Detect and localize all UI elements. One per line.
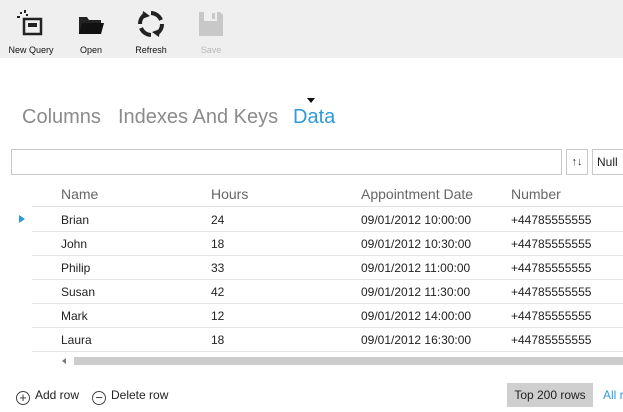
- table-row[interactable]: Susan 42 09/01/2012 11:30:00 +4478555555…: [32, 279, 623, 304]
- delete-row-button[interactable]: − Delete row: [92, 388, 168, 405]
- cell-name[interactable]: Laura: [61, 333, 92, 347]
- cell-appointment-date[interactable]: 09/01/2012 14:00:00: [361, 309, 471, 323]
- save-label: Save: [200, 45, 222, 55]
- cell-number[interactable]: +44785555555: [511, 309, 591, 323]
- cell-number[interactable]: +44785555555: [511, 333, 591, 347]
- table-row[interactable]: Philip 33 09/01/2012 11:00:00 +447855555…: [32, 255, 623, 280]
- filter-input[interactable]: [11, 149, 562, 175]
- plus-circle-icon: +: [16, 391, 30, 405]
- null-button[interactable]: Null: [592, 149, 623, 175]
- cell-appointment-date[interactable]: 09/01/2012 11:00:00: [361, 261, 470, 275]
- cell-appointment-date[interactable]: 09/01/2012 16:30:00: [361, 333, 471, 347]
- cell-number[interactable]: +44785555555: [511, 285, 591, 299]
- column-header-hours[interactable]: Hours: [211, 186, 248, 202]
- column-header-name[interactable]: Name: [61, 186, 98, 202]
- refresh-button[interactable]: Refresh: [121, 6, 181, 56]
- new-query-button[interactable]: New Query: [1, 6, 61, 56]
- delete-row-label: Delete row: [111, 388, 169, 402]
- refresh-label: Refresh: [135, 45, 167, 55]
- add-row-button[interactable]: + Add row: [16, 388, 79, 405]
- cell-hours[interactable]: 24: [211, 213, 224, 227]
- open-button[interactable]: Open: [61, 6, 121, 56]
- cell-number[interactable]: +44785555555: [511, 237, 591, 251]
- open-folder-icon: [79, 17, 104, 34]
- new-query-icon: [17, 10, 43, 36]
- tab-indexes-and-keys[interactable]: Indexes And Keys: [118, 106, 278, 129]
- cell-hours[interactable]: 42: [211, 285, 224, 299]
- save-icon: [199, 12, 223, 36]
- all-rows-link[interactable]: All r: [603, 388, 623, 402]
- toolbar: New Query Open Refresh Save: [0, 0, 623, 58]
- cell-hours[interactable]: 33: [211, 261, 224, 275]
- cell-name[interactable]: Philip: [61, 261, 90, 275]
- scrollbar-thumb[interactable]: [74, 357, 623, 365]
- tab-columns[interactable]: Columns: [22, 106, 101, 129]
- table-row[interactable]: Brian 24 09/01/2012 10:00:00 +4478555555…: [32, 207, 623, 232]
- new-query-label: New Query: [8, 45, 54, 55]
- cell-name[interactable]: Susan: [61, 285, 95, 299]
- table-row[interactable]: Mark 12 09/01/2012 14:00:00 +44785555555: [32, 303, 623, 328]
- sort-button[interactable]: ↑↓: [566, 149, 588, 175]
- table-row[interactable]: Laura 18 09/01/2012 16:30:00 +4478555555…: [32, 327, 623, 352]
- column-header-appointment-date[interactable]: Appointment Date: [361, 186, 473, 202]
- cell-number[interactable]: +44785555555: [511, 261, 591, 275]
- column-header-number[interactable]: Number: [511, 186, 561, 202]
- minus-circle-icon: −: [92, 391, 106, 405]
- cell-appointment-date[interactable]: 09/01/2012 11:30:00: [361, 285, 470, 299]
- top-200-rows-button[interactable]: Top 200 rows: [507, 383, 593, 407]
- tab-data[interactable]: Data: [293, 106, 335, 129]
- cell-appointment-date[interactable]: 09/01/2012 10:30:00: [361, 237, 471, 251]
- scroll-left-arrow-icon[interactable]: [62, 358, 66, 364]
- cell-appointment-date[interactable]: 09/01/2012 10:00:00: [361, 213, 471, 227]
- horizontal-scrollbar[interactable]: [60, 356, 623, 366]
- active-tab-caret-icon: [307, 98, 315, 103]
- cell-name[interactable]: John: [61, 237, 87, 251]
- refresh-icon: [138, 11, 164, 37]
- cell-hours[interactable]: 12: [211, 309, 224, 323]
- table-row[interactable]: John 18 09/01/2012 10:30:00 +44785555555: [32, 231, 623, 256]
- cell-number[interactable]: +44785555555: [511, 213, 591, 227]
- current-row-indicator-icon: [19, 215, 25, 223]
- save-button[interactable]: Save: [181, 6, 241, 56]
- cell-hours[interactable]: 18: [211, 333, 224, 347]
- cell-name[interactable]: Brian: [61, 213, 89, 227]
- add-row-label: Add row: [35, 388, 80, 402]
- cell-hours[interactable]: 18: [211, 237, 224, 251]
- open-label: Open: [79, 45, 103, 55]
- cell-name[interactable]: Mark: [61, 309, 88, 323]
